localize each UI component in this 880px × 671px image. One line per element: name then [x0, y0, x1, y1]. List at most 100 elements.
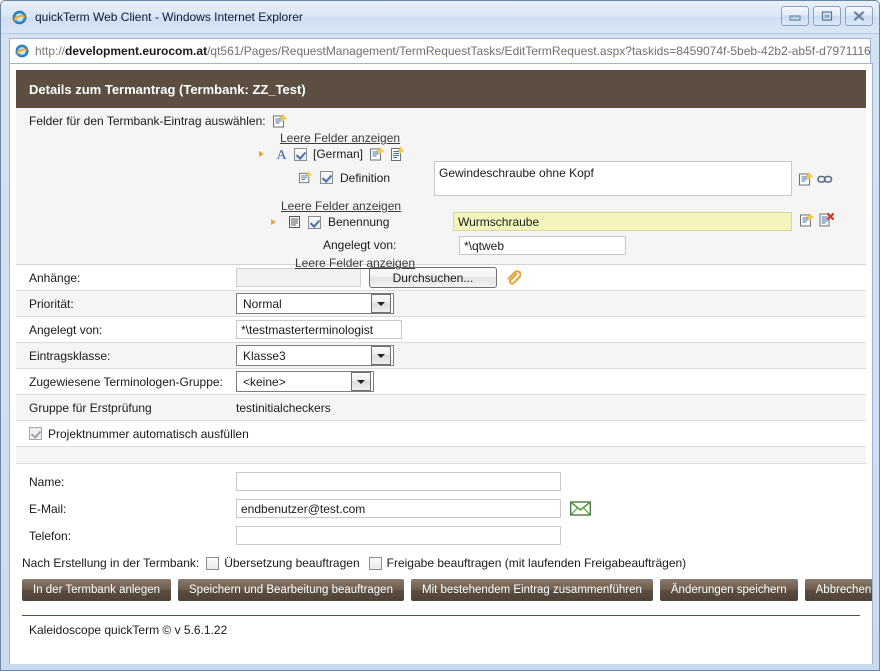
maximize-button[interactable]: [813, 6, 841, 26]
form-row-created-by: Angelegt von:: [16, 317, 866, 343]
footer-text: Kaleidoscope quickTerm © v 5.6.1.22: [29, 623, 228, 637]
form-area: Anhänge: Durchsuchen... Priorität: Norma…: [16, 265, 866, 549]
form-row-assigned-group: Zugewiesene Terminologen-Gruppe: <keine>: [16, 369, 866, 395]
name-input[interactable]: [236, 472, 561, 491]
benennung-label: Benennung: [328, 215, 390, 229]
tree-node-definition: Definition: [298, 170, 390, 185]
note-add-icon[interactable]: [272, 113, 288, 129]
benennung-checkbox[interactable]: [308, 215, 321, 229]
window-title: quickTerm Web Client - Windows Internet …: [35, 10, 303, 24]
document-delete-icon[interactable]: [818, 212, 834, 228]
address-bar[interactable]: http://development.eurocom.at/qt561/Page…: [9, 38, 871, 64]
tree-angelegt-von-label: Angelegt von:: [323, 238, 397, 252]
select-fields-row: Felder für den Termbank-Eintrag auswähle…: [29, 113, 288, 129]
language-label: [German]: [313, 147, 364, 161]
form-row-entry-class: Eintragsklasse: Klasse3: [16, 343, 866, 369]
page-content: Details zum Termantrag (Termbank: ZZ_Tes…: [10, 64, 872, 664]
form-row-attachments: Anhänge: Durchsuchen...: [16, 265, 866, 291]
post-create-option-release: Freigabe beauftragen (mit laufenden Frei…: [368, 556, 687, 570]
attachments-input[interactable]: [236, 268, 361, 287]
definition-label: Definition: [340, 170, 391, 185]
request-release-label: Freigabe beauftragen (mit laufenden Frei…: [386, 556, 687, 570]
entry-class-select[interactable]: Klasse3: [236, 345, 394, 366]
language-checkbox[interactable]: [294, 147, 307, 161]
assigned-group-label: Zugewiesene Terminologen-Gruppe:: [29, 374, 223, 389]
document-add-icon[interactable]: [389, 146, 405, 162]
entry-class-select-value: Klasse3: [243, 348, 286, 363]
internet-explorer-icon: [11, 9, 28, 26]
assigned-group-select[interactable]: <keine>: [236, 371, 374, 392]
browse-button[interactable]: Durchsuchen...: [369, 267, 497, 288]
form-row-priority: Priorität: Normal: [16, 291, 866, 317]
created-by-input[interactable]: [236, 320, 402, 339]
form-row-initial-check-group: Gruppe für Erstprüfung testinitialchecke…: [16, 395, 866, 421]
initial-check-group-value: testinitialcheckers: [236, 400, 331, 415]
email-input[interactable]: [236, 499, 561, 518]
note-add-icon[interactable]: [799, 212, 815, 228]
priority-select[interactable]: Normal: [236, 293, 394, 314]
expand-arrow-icon[interactable]: [271, 219, 281, 225]
select-fields-label: Felder für den Termbank-Eintrag auswähle…: [29, 114, 266, 128]
phone-label: Telefon:: [29, 528, 72, 543]
priority-select-value: Normal: [243, 296, 282, 311]
auto-project-number-checkbox[interactable]: [29, 427, 42, 440]
chevron-down-icon[interactable]: [351, 372, 371, 391]
definition-input[interactable]: [434, 161, 792, 196]
envelope-icon[interactable]: [570, 501, 591, 516]
priority-label: Priorität:: [29, 296, 74, 311]
bottom-area: Nach Erstellung in der Termbank: Überset…: [16, 549, 872, 637]
entry-class-label: Eintragsklasse:: [29, 348, 111, 363]
expand-arrow-icon[interactable]: [259, 151, 269, 157]
page-viewport: Details zum Termantrag (Termbank: ZZ_Tes…: [9, 63, 873, 664]
chevron-down-icon[interactable]: [371, 346, 391, 365]
close-button[interactable]: [845, 6, 873, 26]
request-release-checkbox[interactable]: [368, 556, 382, 570]
show-empty-fields-link-1[interactable]: Leere Felder anzeigen: [280, 131, 400, 145]
minimize-button[interactable]: [781, 6, 809, 26]
form-spacer: [16, 447, 866, 464]
browser-window: quickTerm Web Client - Windows Internet …: [0, 0, 880, 671]
phone-input[interactable]: [236, 526, 561, 545]
link-icon[interactable]: [817, 173, 833, 186]
contact-row-phone: Telefon:: [16, 522, 866, 549]
url-scheme: http://: [35, 44, 66, 58]
attachments-label: Anhänge:: [29, 270, 81, 285]
tree-angelegt-von-row: Angelegt von:: [323, 238, 396, 252]
name-label: Name:: [29, 474, 65, 489]
save-and-request-editing-button[interactable]: Speichern und Bearbeitung beauftragen: [178, 579, 404, 601]
url-path: /qt561/Pages/RequestManagement/TermReque…: [207, 44, 870, 58]
form-row-auto-project-number: Projektnummer automatisch ausfüllen: [16, 421, 866, 447]
window-controls: [781, 6, 873, 26]
paperclip-icon[interactable]: [505, 269, 521, 286]
tree-angelegt-von-input[interactable]: [459, 236, 626, 255]
note-add-icon[interactable]: [798, 171, 814, 187]
show-empty-fields-link-2[interactable]: Leere Felder anzeigen: [281, 199, 401, 213]
cancel-button[interactable]: Abbrechen: [804, 579, 872, 601]
page-title: Details zum Termantrag (Termbank: ZZ_Tes…: [16, 70, 866, 108]
chevron-down-icon[interactable]: [371, 294, 391, 313]
email-label: E-Mail:: [29, 501, 67, 516]
tree-node-language: A [German]: [259, 146, 405, 162]
benennung-input[interactable]: [453, 212, 792, 231]
entry-class-value: Klasse3: [236, 345, 394, 366]
merge-with-existing-entry-button[interactable]: Mit bestehendem Eintrag zusammenführen: [410, 579, 653, 601]
request-translation-checkbox[interactable]: [206, 556, 220, 570]
initial-check-group-label: Gruppe für Erstprüfung: [29, 400, 152, 415]
created-by-value: [236, 320, 402, 339]
note-add-icon[interactable]: [369, 146, 385, 162]
tree-node-benennung: Benennung: [271, 215, 389, 229]
contact-row-name: Name:: [16, 464, 866, 495]
post-create-option-translation: Übersetzung beauftragen: [206, 556, 360, 570]
post-create-label: Nach Erstellung in der Termbank:: [22, 556, 200, 570]
field-selection-area: Felder für den Termbank-Eintrag auswähle…: [16, 108, 866, 270]
url-text: http://development.eurocom.at/qt561/Page…: [35, 44, 870, 58]
save-changes-button[interactable]: Änderungen speichern: [659, 579, 798, 601]
request-translation-label: Übersetzung beauftragen: [224, 556, 360, 570]
url-host: development.eurocom.at: [65, 44, 208, 58]
term-list-icon: [288, 215, 301, 229]
definition-note-icon: [298, 170, 313, 185]
definition-checkbox[interactable]: [320, 171, 333, 184]
action-button-bar: In der Termbank anlegen Speichern und Be…: [16, 579, 872, 601]
show-empty-fields-link-3[interactable]: Leere Felder anzeigen: [295, 256, 415, 270]
create-in-termbank-button[interactable]: In der Termbank anlegen: [22, 579, 172, 601]
